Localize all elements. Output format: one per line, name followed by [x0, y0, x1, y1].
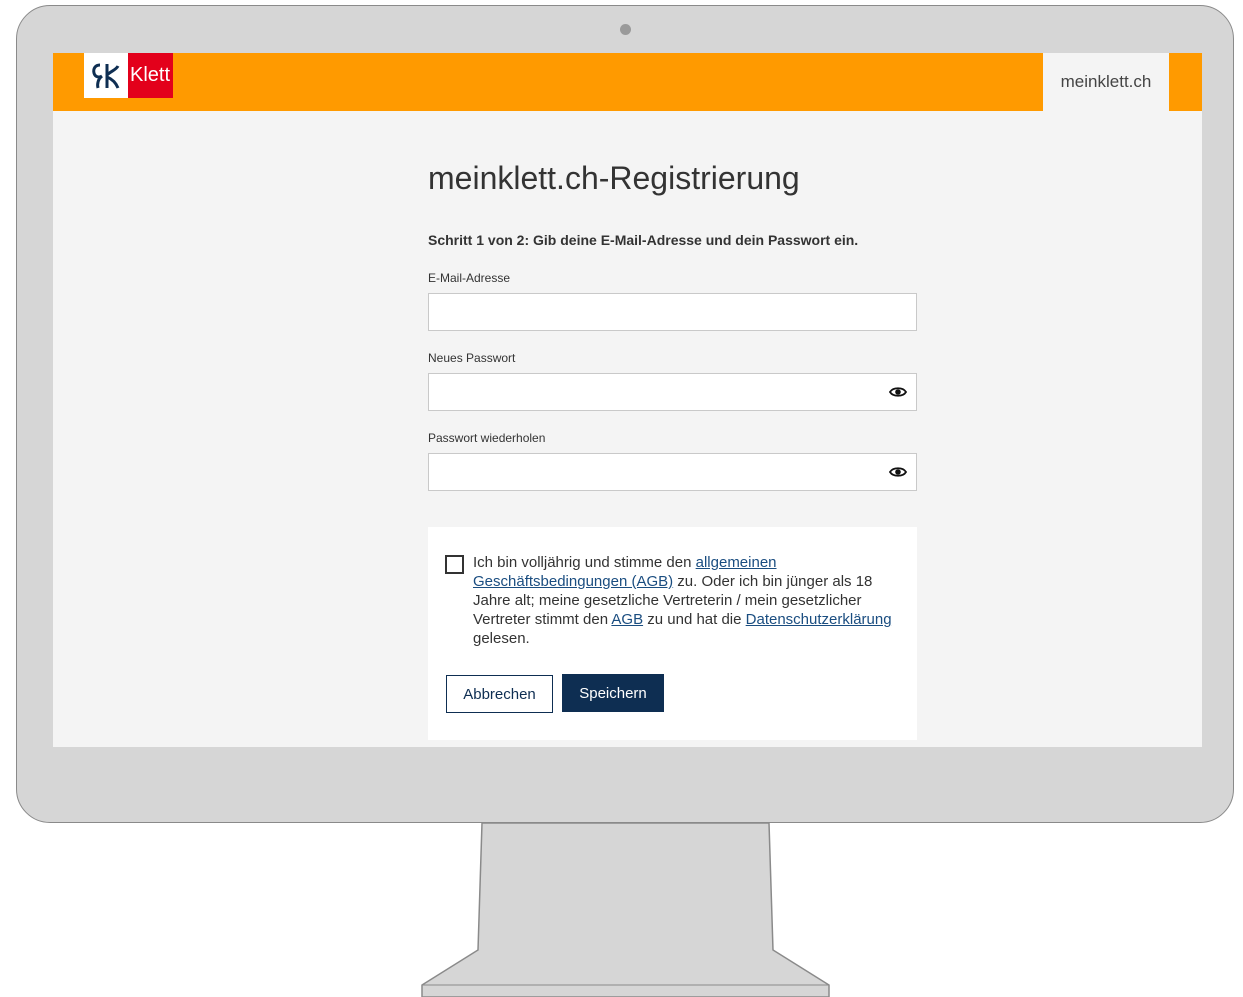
cancel-button[interactable]: Abbrechen [446, 675, 553, 713]
consent-panel: Ich bin volljährig und stimme den allgem… [428, 527, 917, 740]
step-instruction: Schritt 1 von 2: Gib deine E-Mail-Adress… [428, 232, 859, 248]
repeat-password-input[interactable] [429, 454, 889, 490]
logo-text: Klett [128, 53, 174, 98]
save-button[interactable]: Speichern [562, 674, 664, 712]
email-input[interactable] [429, 294, 889, 330]
consent-text-part: zu und hat die [643, 611, 746, 628]
agb-short-link[interactable]: AGB [611, 611, 643, 628]
klett-emblem-icon [84, 53, 128, 98]
klett-logo[interactable]: Klett [84, 53, 174, 98]
camera-dot [620, 24, 631, 35]
eye-icon[interactable] [889, 465, 907, 479]
browser-screen: Klett meinklett.ch meinklett.ch-Registri… [53, 53, 1202, 747]
eye-icon[interactable] [889, 385, 907, 399]
privacy-link[interactable]: Datenschutzerklärung [746, 611, 892, 628]
page-title: meinklett.ch-Registrierung [428, 160, 800, 196]
consent-checkbox[interactable] [445, 555, 464, 574]
new-password-field[interactable] [428, 373, 917, 411]
repeat-password-label: Passwort wiederholen [428, 431, 546, 445]
new-password-label: Neues Passwort [428, 351, 516, 365]
email-field[interactable] [428, 293, 917, 331]
consent-text-part: gelesen. [473, 630, 530, 647]
site-name-tab[interactable]: meinklett.ch [1043, 53, 1169, 111]
email-label: E-Mail-Adresse [428, 271, 511, 285]
repeat-password-field[interactable] [428, 453, 917, 491]
new-password-input[interactable] [429, 374, 889, 410]
consent-text-part: Ich bin volljährig und stimme den [473, 554, 696, 571]
site-header: Klett meinklett.ch [53, 53, 1202, 111]
consent-text: Ich bin volljährig und stimme den allgem… [473, 553, 893, 648]
